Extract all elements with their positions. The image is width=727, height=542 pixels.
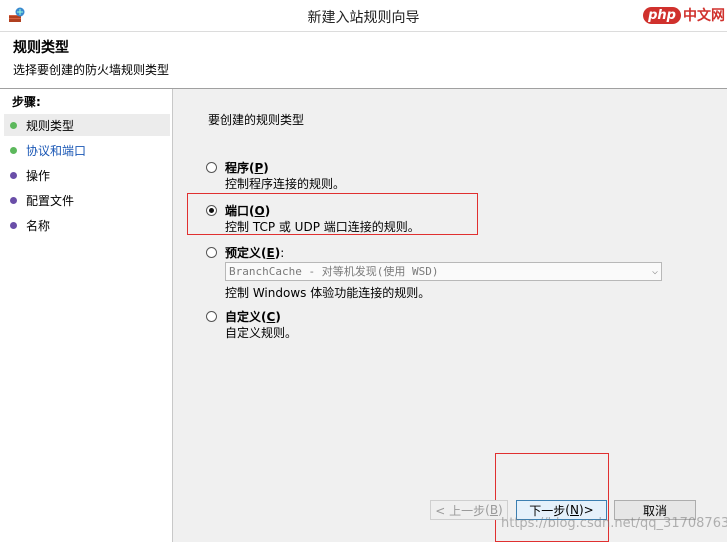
step-rule-type[interactable]: 规则类型 [4, 114, 170, 136]
step-action: 操作 [4, 164, 170, 186]
step-bullet-icon [10, 146, 17, 154]
option-program-desc: 控制程序连接的规则。 [225, 177, 346, 191]
step-bullet-icon [10, 171, 17, 179]
step-label: 名称 [26, 218, 51, 233]
radio-port[interactable] [206, 205, 217, 216]
rule-type-prompt: 要创建的规则类型 [208, 113, 305, 127]
step-label: 配置文件 [26, 193, 75, 208]
option-custom[interactable]: 自定义(C) [206, 308, 281, 325]
back-button[interactable]: < 上一步(B) [430, 500, 508, 520]
step-bullet-icon [10, 121, 17, 129]
step-bullet-icon [10, 221, 17, 229]
steps-label: 步骤: [12, 95, 41, 109]
step-profile: 配置文件 [4, 189, 170, 211]
predefined-select-value: BranchCache - 对等机发现(使用 WSD) [229, 265, 439, 278]
radio-predefined[interactable] [206, 247, 217, 258]
watermark-url: https://blog.csdn.net/qq_31708763 [501, 516, 727, 531]
option-predefined-desc: 控制 Windows 体验功能连接的规则。 [225, 286, 431, 300]
chevron-down-icon: ⌵ [651, 266, 658, 277]
option-program-label: 程序(P) [225, 161, 269, 175]
wizard-content: 要创建的规则类型 程序(P) 控制程序连接的规则。 端口(O) 控制 TCP 或… [173, 89, 727, 542]
step-name: 名称 [4, 214, 170, 236]
wizard-header: 规则类型 选择要创建的防火墙规则类型 [0, 32, 727, 89]
window-title: 新建入站规则向导 [307, 10, 420, 26]
option-port-desc: 控制 TCP 或 UDP 端口连接的规则。 [225, 220, 420, 234]
watermark-php: php [643, 6, 681, 24]
step-label: 协议和端口 [26, 143, 87, 158]
step-label: 操作 [26, 168, 51, 183]
option-port-label: 端口(O) [225, 204, 271, 218]
option-custom-label: 自定义(C) [225, 310, 281, 324]
option-program[interactable]: 程序(P) [206, 159, 269, 176]
step-protocol-ports[interactable]: 协议和端口 [4, 139, 170, 161]
page-subtitle: 选择要创建的防火墙规则类型 [13, 63, 170, 77]
title-bar: 新建入站规则向导 php 中文网 [0, 0, 727, 32]
steps-sidebar: 步骤: 规则类型 协议和端口 操作 配置文件 名称 [4, 89, 173, 542]
predefined-rule-select[interactable]: BranchCache - 对等机发现(使用 WSD) ⌵ [225, 262, 662, 281]
step-label: 规则类型 [26, 118, 75, 133]
option-predefined-label: 预定义(E): [225, 246, 285, 260]
option-custom-desc: 自定义规则。 [225, 326, 298, 340]
radio-custom[interactable] [206, 311, 217, 322]
watermark-cn: 中文网 [683, 8, 725, 24]
page-title: 规则类型 [13, 40, 69, 56]
watermark-logo: php 中文网 [643, 2, 725, 28]
radio-program[interactable] [206, 162, 217, 173]
step-bullet-icon [10, 196, 17, 204]
option-predefined[interactable]: 预定义(E): [206, 244, 284, 261]
option-port[interactable]: 端口(O) [206, 202, 270, 219]
